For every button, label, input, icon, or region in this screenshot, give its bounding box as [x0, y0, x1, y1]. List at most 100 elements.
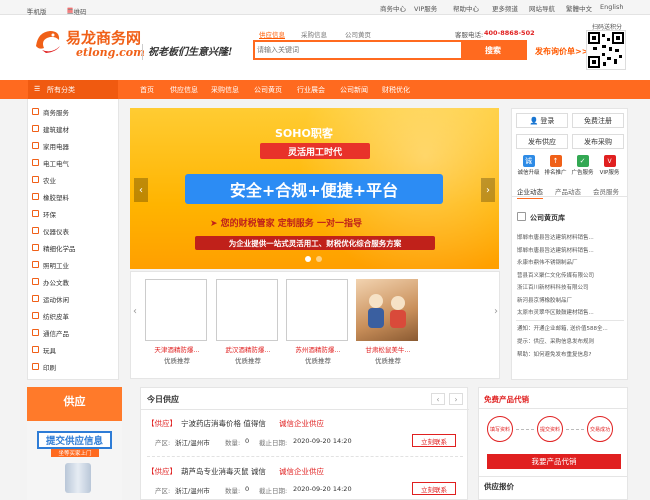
product-image [356, 279, 418, 341]
sidebar-item-building[interactable]: 建筑建材 [32, 122, 118, 135]
listing-title[interactable]: 葫芦岛专业消毒灭鼠 诚信 [181, 466, 266, 477]
sidebar-item-rubber[interactable]: 橡胶塑料 [32, 190, 118, 203]
prev-page-icon[interactable]: ‹ [431, 393, 445, 405]
sidebar-item-electrical[interactable]: 电工电气 [32, 156, 118, 169]
listing-qty: 0 [245, 437, 250, 445]
product-prev-arrow-icon[interactable]: ‹ [131, 300, 139, 322]
carousel-dot[interactable] [316, 256, 322, 262]
sidebar-item-lighting[interactable]: 照明工业 [32, 258, 118, 271]
divider [479, 476, 627, 477]
divider [141, 409, 469, 410]
promo-title: 供应 [63, 395, 86, 408]
company-item[interactable]: 永康市鼎伟不锈钢制品厂 [517, 257, 625, 270]
category-icon [32, 278, 39, 285]
sidebar-item-printing[interactable]: 印刷 [32, 360, 118, 373]
product-next-arrow-icon[interactable]: › [492, 300, 500, 322]
publish-supply-button[interactable]: 发布供应 [516, 134, 568, 149]
notice-item[interactable]: 提示：供应、采购信息发布规则 [517, 336, 625, 349]
search-tab-company[interactable]: 公司黄页 [345, 29, 371, 39]
nav-news[interactable]: 公司新闻 [340, 85, 368, 95]
upgrade-icon: 诚 [522, 155, 535, 167]
listing-qty: 0 [245, 485, 250, 493]
category-icon [32, 329, 39, 336]
sidebar-item-sports[interactable]: 运动休闲 [32, 292, 118, 305]
sidebar-item-agriculture[interactable]: 农业 [32, 173, 118, 186]
contact-button[interactable]: 立刻联系 [412, 482, 456, 495]
sidebar-item-textile[interactable]: 纺织皮革 [32, 309, 118, 322]
listing-title[interactable]: 宁波药店消毒价格 值得信 [181, 418, 266, 429]
listing-tag: 【供应】 [147, 467, 177, 476]
publish-inquiry-link[interactable]: 发布询价单>> [535, 46, 588, 57]
nav-exhibition[interactable]: 行业展会 [297, 85, 325, 95]
logo-divider [142, 44, 143, 60]
product-card[interactable]: 天津酒精防爆... 优质推荐 [145, 279, 209, 375]
tab-member-service[interactable]: 会员服务 [593, 186, 619, 196]
sidebar-item-office[interactable]: 办公文教 [32, 275, 118, 288]
sidebar-item-telecom[interactable]: 通信产品 [32, 326, 118, 339]
publish-buy-button[interactable]: 发布采购 [572, 134, 624, 149]
search-tab-supply[interactable]: 供应信息 [259, 29, 285, 39]
product-card[interactable]: 苏州酒精防爆... 优质推荐 [286, 279, 350, 375]
sidebar-item-toys[interactable]: 玩具 [32, 343, 118, 356]
search-box: 搜索 [253, 40, 527, 60]
company-item[interactable]: 营县百义聚仁文化传媒有限公司 [517, 270, 625, 283]
service-vip[interactable]: V VIP服务 [596, 155, 623, 176]
service-ads[interactable]: ✓ 广告服务 [569, 155, 596, 176]
sidebar-item-chemicals[interactable]: 精细化学品 [32, 241, 118, 254]
supply-promo[interactable]: 供应 提交供应信息 坐等买家上门 [27, 387, 122, 500]
top-link-vip[interactable]: VIP服务 [414, 3, 437, 13]
product-name: 天津酒精防爆... [154, 346, 200, 354]
product-tag: 优质推荐 [164, 356, 190, 365]
banner-prev-arrow-icon[interactable]: ‹ [134, 178, 148, 202]
company-item[interactable]: 邯郸市唐县旨达建筑材料销售... [517, 245, 625, 258]
tab-product-news[interactable]: 产品动态 [555, 186, 581, 196]
product-card[interactable]: 武汉酒精防爆... 优质推荐 [216, 279, 280, 375]
banner-next-arrow-icon[interactable]: › [481, 178, 495, 202]
main-nav: ☰ 所有分类 首页 供应信息 采购信息 公司黄页 行业展会 公司新闻 财税优化 [0, 80, 650, 99]
contact-button[interactable]: 立刻联系 [412, 434, 456, 447]
top-link-business[interactable]: 商务中心 [380, 3, 406, 13]
carousel-dot[interactable] [305, 256, 311, 262]
search-input[interactable] [257, 43, 461, 57]
top-link-help[interactable]: 帮助中心 [453, 3, 479, 13]
nav-yellow-pages[interactable]: 公司黄页 [254, 85, 282, 95]
hero-banner[interactable]: SOHO职客 灵活用工时代 安全+合规+便捷+平台 ➤ 您的财税管家 定制服务 … [130, 108, 499, 269]
next-page-icon[interactable]: › [449, 393, 463, 405]
top-link-english[interactable]: English [600, 3, 623, 11]
product-card[interactable]: 甘肃松鼠美牛... 优质推荐 [356, 279, 420, 375]
all-categories-tab[interactable]: ☰ 所有分类 [28, 80, 118, 99]
tab-company-news[interactable]: 企业动态 [517, 186, 543, 199]
nav-home[interactable]: 首页 [140, 85, 154, 95]
search-button[interactable]: 搜索 [461, 42, 525, 58]
company-item[interactable]: 邯郸市唐县旨达建筑材料销售... [517, 232, 625, 245]
company-item[interactable]: 新河县京博橡胶制品厂 [517, 295, 625, 308]
company-item[interactable]: 浙江百川新材料科技有限公司 [517, 282, 625, 295]
top-link-sitemap[interactable]: 网站导航 [529, 3, 555, 13]
login-button[interactable]: 👤 登录 [516, 113, 568, 128]
register-button[interactable]: 免费注册 [572, 113, 624, 128]
site-logo-icon[interactable] [32, 26, 64, 56]
sidebar-item-appliances[interactable]: 家用电器 [32, 139, 118, 152]
listing-row[interactable]: 【供应】 葫芦岛专业消毒灭鼠 诚信 诚信企业供应 产区: 浙江/温州市 数量: … [147, 464, 465, 500]
top-link-channels[interactable]: 更多频道 [492, 3, 518, 13]
nav-buy[interactable]: 采购信息 [211, 85, 239, 95]
product-name: 苏州酒精防爆... [295, 346, 341, 354]
sidebar-item-instruments[interactable]: 仪器仪表 [32, 224, 118, 237]
nav-supply[interactable]: 供应信息 [170, 85, 198, 95]
listing-origin: 浙江/温州市 [175, 487, 210, 495]
listing-row[interactable]: 【供应】 宁波药店消毒价格 值得信 诚信企业供应 产区: 浙江/温州市 数量: … [147, 416, 465, 458]
notice-item[interactable]: 帮助：如何避免发布重复信息? [517, 349, 625, 362]
notice-item[interactable]: 通知：开通企业邮箱, 送价值588全... [517, 323, 625, 336]
search-tab-buy[interactable]: 采购信息 [301, 29, 327, 39]
top-link-traditional[interactable]: 繁體中文 [566, 3, 592, 13]
service-ranking[interactable]: ↑ 排名推广 [542, 155, 569, 176]
step-success-icon: 交易成功 [587, 416, 613, 442]
agent-button[interactable]: 我要产品代销 [487, 454, 621, 469]
sidebar-item-business-service[interactable]: 商务服务 [32, 105, 118, 118]
banner-headline: 安全+合规+便捷+平台 [185, 174, 443, 204]
sidebar-item-environment[interactable]: 环保 [32, 207, 118, 220]
service-upgrade[interactable]: 诚 诚信升级 [515, 155, 542, 176]
category-icon [32, 312, 39, 319]
company-item[interactable]: 太原市灵翠华区鼓鼓建材销售... [517, 307, 625, 320]
nav-tax[interactable]: 财税优化 [382, 85, 410, 95]
